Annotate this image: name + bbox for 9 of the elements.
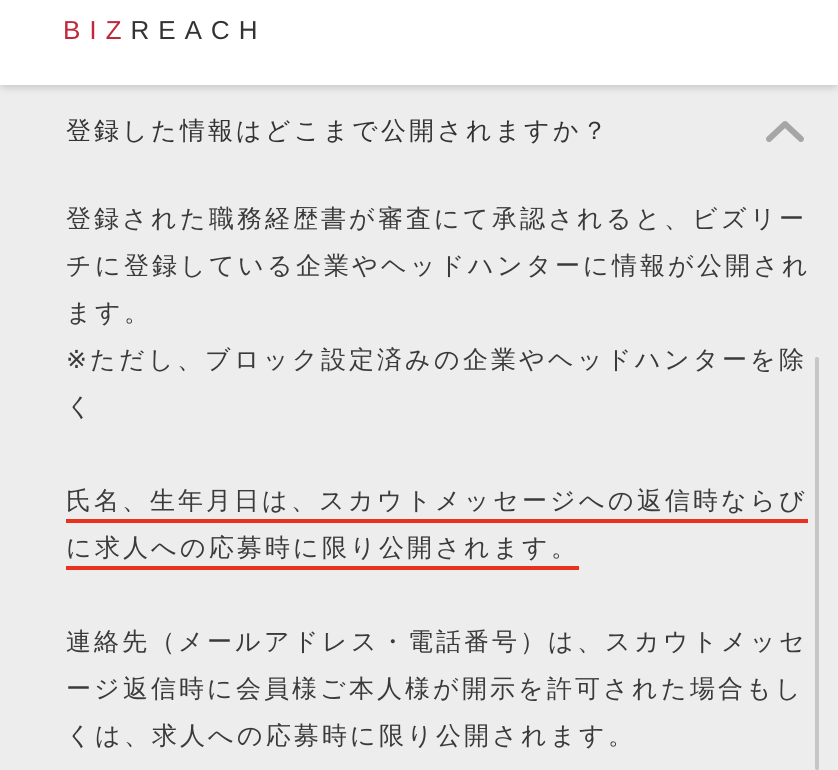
answer-text: 氏名、生年月日は、スカウトメッセージへの返信時ならびに求人への応募時に限り公開されます。	[66, 485, 809, 564]
answer-text: ※ただし、ブロック設定済みの企業やヘッドハンターを除く	[66, 344, 808, 423]
faq-question: 登録した情報はどこまで公開されますか？	[66, 115, 610, 147]
chevron-icon	[765, 120, 805, 142]
answer-text: 連絡先（メールアドレス・電話番号）は、スカウトメッセージ返信時に会員様ご本人様が開示を許可された場合もしくは、求人への応募時に限り公開されます。	[66, 626, 809, 752]
logo[interactable]: BIZ REACH	[63, 14, 266, 47]
faq-question-row[interactable]: 登録した情報はどこまで公開されますか？	[66, 107, 805, 154]
answer-text: 登録された職務経歴書が審査にて承認されると、ビズリーチに登録している企業やヘッドハンターに情報が公開されます。	[66, 203, 812, 329]
scrollbar-thumb[interactable]	[815, 357, 819, 770]
